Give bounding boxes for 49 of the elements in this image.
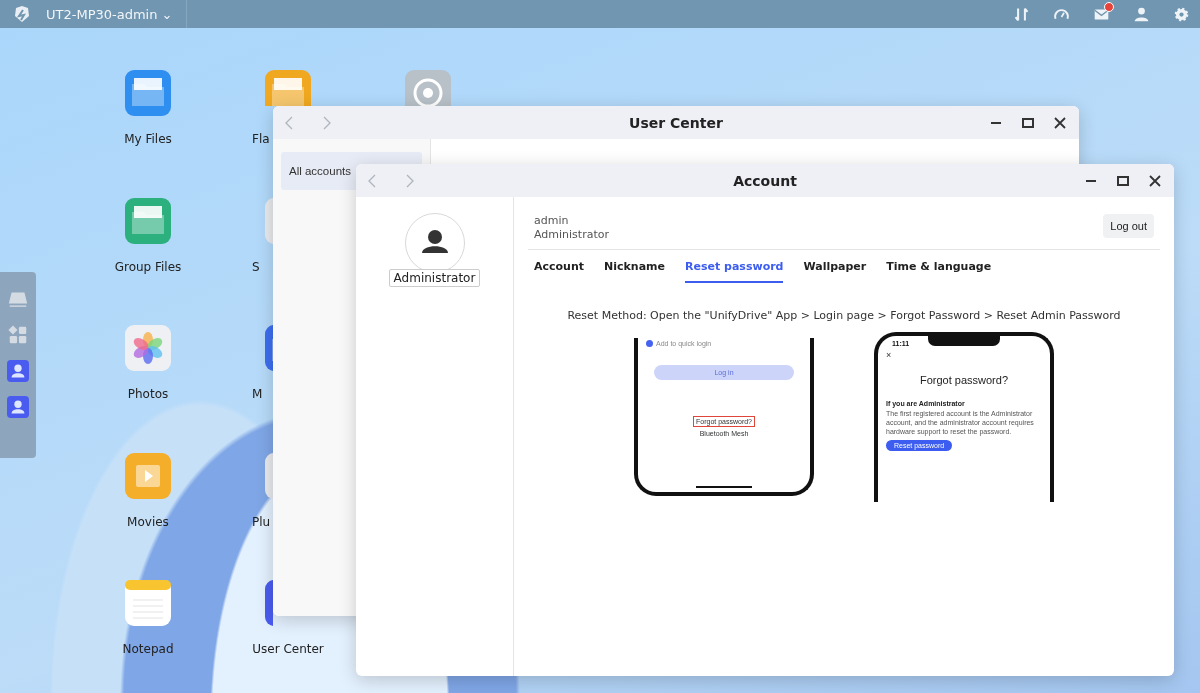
maximize-icon[interactable] (1116, 173, 1130, 188)
back-icon[interactable] (285, 115, 293, 130)
instruction-text: Reset Method: Open the "UnifyDrive" App > Login page > Forgot Password > Reset Admin Password (566, 309, 1122, 322)
tab[interactable]: Wallpaper (803, 258, 867, 283)
app-icon[interactable] (265, 325, 273, 371)
back-icon[interactable] (368, 173, 376, 188)
transfer-icon[interactable] (1013, 5, 1030, 23)
settings-icon[interactable] (1173, 5, 1190, 23)
apps-icon[interactable] (7, 324, 29, 346)
tab[interactable]: Reset password (685, 258, 784, 283)
settings-app-icon[interactable] (405, 70, 451, 106)
close-icon[interactable] (1053, 115, 1067, 130)
app-label: User Center (252, 642, 324, 656)
tab[interactable]: Nickname (604, 258, 666, 283)
user-app-icon[interactable] (7, 360, 29, 382)
app-icon[interactable] (125, 325, 171, 371)
app-icon[interactable] (125, 197, 171, 244)
maximize-icon[interactable] (1021, 115, 1035, 130)
close-icon[interactable] (1148, 173, 1162, 188)
app-icon[interactable] (265, 70, 311, 106)
app-icon[interactable] (265, 452, 273, 499)
window-title: Account (733, 172, 797, 189)
checkbox-icon (646, 340, 653, 347)
app-label: Photos (127, 387, 169, 401)
logo-icon[interactable] (12, 4, 32, 24)
app-label: Fla (252, 132, 270, 146)
app-label: S (252, 259, 260, 274)
window-title: User Center (629, 114, 723, 131)
tab[interactable]: Time & language (886, 258, 992, 283)
forward-icon[interactable] (406, 173, 414, 188)
user-app-icon[interactable] (7, 396, 29, 418)
phone-notch (928, 335, 1000, 346)
user-icon[interactable] (1133, 5, 1150, 23)
app-label: My Files (124, 132, 172, 146)
role-label: Administrator (534, 228, 609, 241)
phone-heading: Forgot password? (919, 374, 1008, 386)
app-icon[interactable] (125, 70, 171, 116)
app-icon[interactable] (265, 580, 273, 626)
avatar-label: Administrator (388, 269, 481, 287)
username: admin (534, 214, 570, 227)
app-label: M (252, 387, 263, 401)
app-label: Movies (127, 514, 169, 529)
app-label: Plu (252, 514, 271, 529)
logout-button[interactable]: Log out (1103, 214, 1154, 238)
app-label: Notepad (122, 642, 174, 656)
forward-icon[interactable] (323, 115, 331, 130)
app-label: Group Files (114, 259, 182, 274)
phone-close: × (886, 350, 892, 360)
tab[interactable]: Account (534, 258, 585, 283)
